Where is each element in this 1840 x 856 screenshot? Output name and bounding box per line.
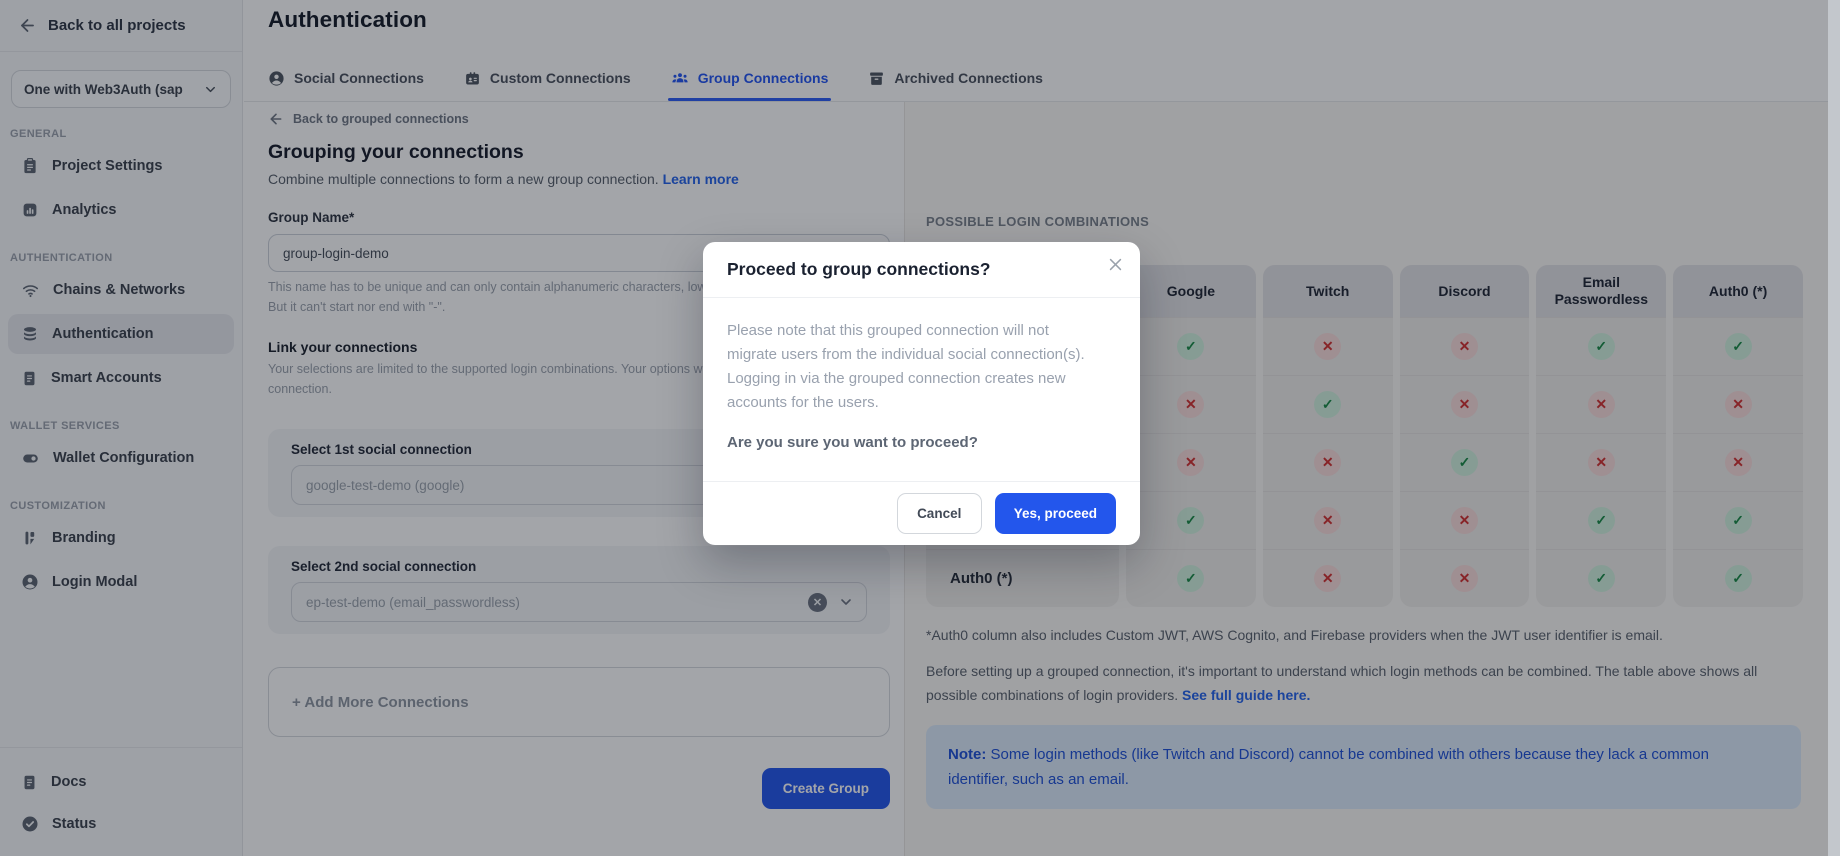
yes-proceed-button[interactable]: Yes, proceed bbox=[995, 493, 1116, 534]
cancel-button[interactable]: Cancel bbox=[897, 493, 982, 534]
modal-header: Proceed to group connections? bbox=[703, 242, 1140, 298]
modal-message: Please note that this grouped connection… bbox=[727, 319, 1087, 415]
modal-body: Please note that this grouped connection… bbox=[703, 298, 1140, 451]
modal-title: Proceed to group connections? bbox=[727, 259, 991, 280]
modal-footer: Cancel Yes, proceed bbox=[703, 481, 1140, 545]
modal-question: Are you sure you want to proceed? bbox=[727, 434, 1116, 451]
close-icon[interactable] bbox=[1107, 256, 1124, 273]
proceed-modal: Proceed to group connections? Please not… bbox=[703, 242, 1140, 545]
page-scrollbar[interactable] bbox=[1828, 0, 1840, 856]
